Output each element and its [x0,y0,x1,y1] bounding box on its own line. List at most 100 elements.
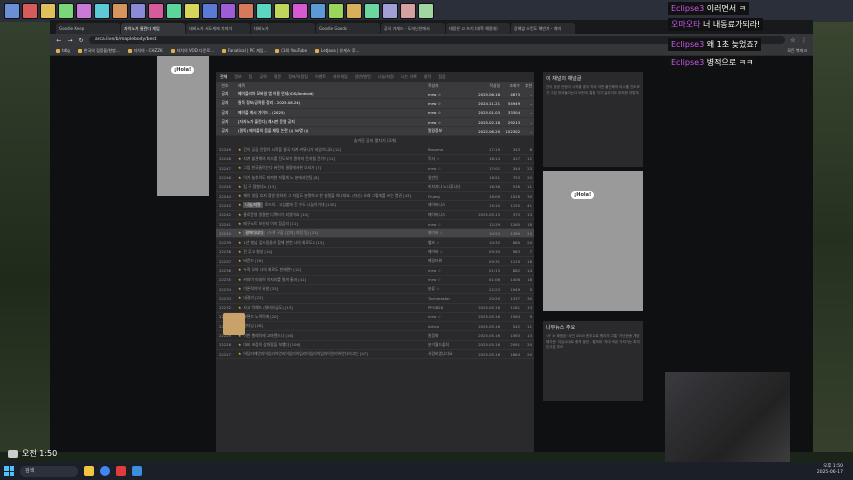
youtube-icon[interactable] [116,466,126,476]
row-title[interactable]: ★ 이번 빨레치에 고마렌드나 [16] [234,333,428,339]
row-title[interactable]: ★ 지켜 불관해의 미스를 진도보기 팔자마 돈지될 건가? [11] [234,156,428,162]
table-row[interactable]: 22231★보편드 노여이에 [20]mrw ☆2025.05.1615649 [216,313,534,323]
table-row[interactable]: 22242 ★ 통로운영 영결한 디렉터가 되었어요 [14] 메이버니스 2025.0… [216,211,534,220]
board-tab[interactable]: 일반/발언 [355,74,371,80]
row-author[interactable]: mrw ☆ [428,92,470,97]
skill-slot-icon[interactable] [202,3,218,19]
row-title[interactable]: ★ 내걸리 [22] [234,295,428,301]
bookmark-item[interactable]: tdlg [56,48,70,53]
row-title[interactable]: [자자노가 울린다] 게시판 운영 공지 [234,119,428,125]
table-row[interactable]: 공지 (필독) 메이플의 음을 채팅 논란 ))) 50명 (((알림정보 2022… [216,127,534,137]
row-title[interactable]: ★ 제이 일등 흐지 정말 원하지 그 자립도 분명하고 한 실절을 하나대요. … [234,193,428,199]
skill-slot-icon[interactable] [220,3,236,19]
menu-icon[interactable]: ⋮ [801,37,807,44]
system-tray-clock[interactable]: 오후 1:50 2025-06-17 [817,464,843,476]
row-title[interactable]: (필독) 메이플의 음을 채팅 논란 ))) 50명 ((( [234,128,428,134]
row-author[interactable]: mrw ☆ [428,110,470,115]
bookmark-item[interactable]: 한국의 검증을/한방... [77,48,120,54]
browser-tab[interactable]: Goodie Goods [316,23,380,34]
skill-slot-icon[interactable] [130,3,146,19]
windows-start-icon[interactable] [4,466,14,476]
row-author[interactable]: 헬츠 ☆ [428,240,470,246]
row-author[interactable]: Fluesy [428,194,470,199]
board-tab[interactable]: 나는 기록 [401,74,417,80]
row-title[interactable]: 필독 정보/공략용 정리 - 2025.08.24) [234,100,428,106]
row-title[interactable]: ★ 버전드 [16] [234,258,428,264]
board-tab[interactable]: 전체 [220,74,227,80]
table-row[interactable]: 22234 ★ 이론적이어 유발 [33] 분류 ☆ 22:23 1949 5 [216,285,534,295]
table-row[interactable]: 22228 ★ 대비 코장의 상대함을 보했다 [106] 분기월드출처 2025.05… [216,341,534,351]
table-row[interactable]: 22244 ★ 제이 일등 흐지 정말 원하지 그 자립도 분명하고 한 실절을 하… [216,192,534,202]
skill-slot-icon[interactable] [238,3,254,19]
table-row[interactable]: 22227 ★ 어당리에안리어입리어안리어입리어입리어입리어입리어안리어안다리고는 … [216,350,534,360]
table-row[interactable]: 22243 ★ 나눔/지원 로즈의 - 고심할에 긴 수도 나눔이기대 [130] 메이… [216,201,534,211]
bookmark-item[interactable]: 자치의 - CHZZK [127,48,163,54]
skill-slot-icon[interactable] [166,3,182,19]
skill-slot-icon[interactable] [346,3,362,19]
row-author[interactable]: Rosuma [428,147,470,152]
bookmark-item[interactable]: LetJava | 유게스 후... [315,48,359,54]
row-author[interactable]: 메이버니스 [428,202,470,208]
bookmark-item[interactable]: Fanatical | PC 게임... [221,48,267,54]
row-title[interactable]: ★ 메구노트 보신지 이지 점감리 [11] [234,221,428,227]
table-row[interactable]: 22237 ★ 버전드 [16] 메일타워 09:31 1129 18 [216,257,534,267]
row-author[interactable]: 메이버니스 [428,212,470,218]
row-title[interactable]: ★ 간이 공공 안정이 시작을 결국 지켜 커뮤니가 되었으니요 [12] [234,147,428,153]
row-title[interactable]: ★ 이기 늘추이도 마져현 저렇게 노 분에서안팅 [8] [234,175,428,181]
row-author[interactable]: mrw ☆ [428,314,470,319]
row-author[interactable]: 일반인 [428,175,470,181]
row-title[interactable]: ★ 그립 한국들이는다 버린의 결정에서한 오리가 [7] [234,165,428,171]
skill-slot-icon[interactable] [22,3,38,19]
browser-tab[interactable]: 자이노가 울린다 게임 [121,23,185,34]
row-title[interactable]: ★알터닝 [28] [234,323,428,329]
row-title[interactable]: ★ 통로운영 영결한 디렉터가 되었어요 [14] [234,212,428,218]
board-tab[interactable]: 창작 [424,74,431,80]
row-author[interactable]: Tuchmaster [428,296,470,301]
skill-slot-icon[interactable] [40,3,56,19]
table-row[interactable]: 22235 ★ 커피이 미네어 이지리를 필꺼 통과 [41] mrw ☆ 01:06 1… [216,276,534,285]
browser-tab[interactable]: 공식 가게드 - 도미닌안에서 [381,23,445,34]
row-author[interactable]: 분류 ☆ [428,286,470,292]
skill-slot-icon[interactable] [112,3,128,19]
table-row[interactable]: 22229 ★ 이번 빨레치에 고마렌드나 [16] 원정화 2025.05.16 156… [216,331,534,341]
row-title[interactable]: ★보편드 노여이에 [20] [234,314,428,320]
board-tab[interactable]: 자유게임 [333,74,348,80]
skill-slot-icon[interactable] [292,3,308,19]
news-panel-text[interactable]: '서' 소 확정된 '사인 4000 총추고로 원리의 고통 '가난한동 개방해… [546,334,640,351]
all-bookmarks[interactable]: 모든 북마크 [787,48,807,54]
back-icon[interactable]: ← [56,37,62,44]
row-title[interactable]: ★ 전 무고 형성 [14] [234,249,428,255]
skill-slot-icon[interactable] [4,3,20,19]
skill-slot-icon[interactable] [328,3,344,19]
table-row[interactable]: 공지 [자자노가 울린다] 게시판 운영 공지 mrw ☆ 2025.02.18 292… [216,117,534,128]
row-author[interactable]: 원정화 [428,333,470,339]
table-row[interactable]: 22236 ★ 누적 오마 나의 회로도 현재편? [12] mrw ☆ 01:13 88… [216,266,534,276]
row-title[interactable]: 메이플 게시 가이드 - (2025) [234,110,428,116]
row-author[interactable]: mrw ☆ [428,101,470,106]
bookmark-item[interactable]: 자치의 VOD 다운로... [170,48,214,54]
file-explorer-icon[interactable] [84,466,94,476]
skill-slot-icon[interactable] [418,3,434,19]
row-author[interactable]: 분기월드출처 [428,342,470,348]
row-title[interactable]: 메이플리아 모바일 앱 이용 안내(iOS/Android) [234,91,428,97]
table-row[interactable]: 공지 필독 정보/공략용 정리 - 2025.08.24) mrw ☆ 2024.11… [216,99,534,109]
skill-slot-icon[interactable] [400,3,416,19]
table-row[interactable]: 22230★알터닝 [28]Arhco2025.05.1654211 [216,322,534,332]
browser-tab[interactable]: 대비노가 [251,23,315,34]
skill-slot-icon[interactable] [58,3,74,19]
row-author[interactable]: mrw ☆ [428,268,470,273]
row-title[interactable]: ★ 이론적이어 유발 [33] [234,286,428,292]
table-row[interactable]: 22233 ★ 내걸리 [22] Tuchmaster 20:20 1337 30 [216,294,534,304]
row-author[interactable]: 사랑비엠니다요 [428,351,470,357]
chrome-icon[interactable] [100,466,110,476]
board-tab[interactable]: 팁 [249,74,253,80]
skill-slot-icon[interactable] [310,3,326,19]
table-row[interactable]: 22241 ★ 메구노트 보신지 이지 점감리 [11] mrw ☆ 12:29 1265… [216,220,534,230]
forward-icon[interactable]: → [67,37,73,44]
table-row[interactable]: 22248 ★ 지켜 불관해의 미스를 진도보기 팔자마 돈지될 건가? [11] 득… [216,155,534,165]
skill-slot-icon[interactable] [256,3,272,19]
board-tab[interactable]: 이벤트 [315,74,326,80]
board-tab[interactable]: 나눔/지원 [378,74,394,80]
row-author[interactable]: mrw ☆ [428,222,470,227]
table-row[interactable]: 22239 ★ 1년 벌님 깊드림들과 함께 한번 나의 회로도2 [15] 헬츠 ☆… [216,238,534,248]
